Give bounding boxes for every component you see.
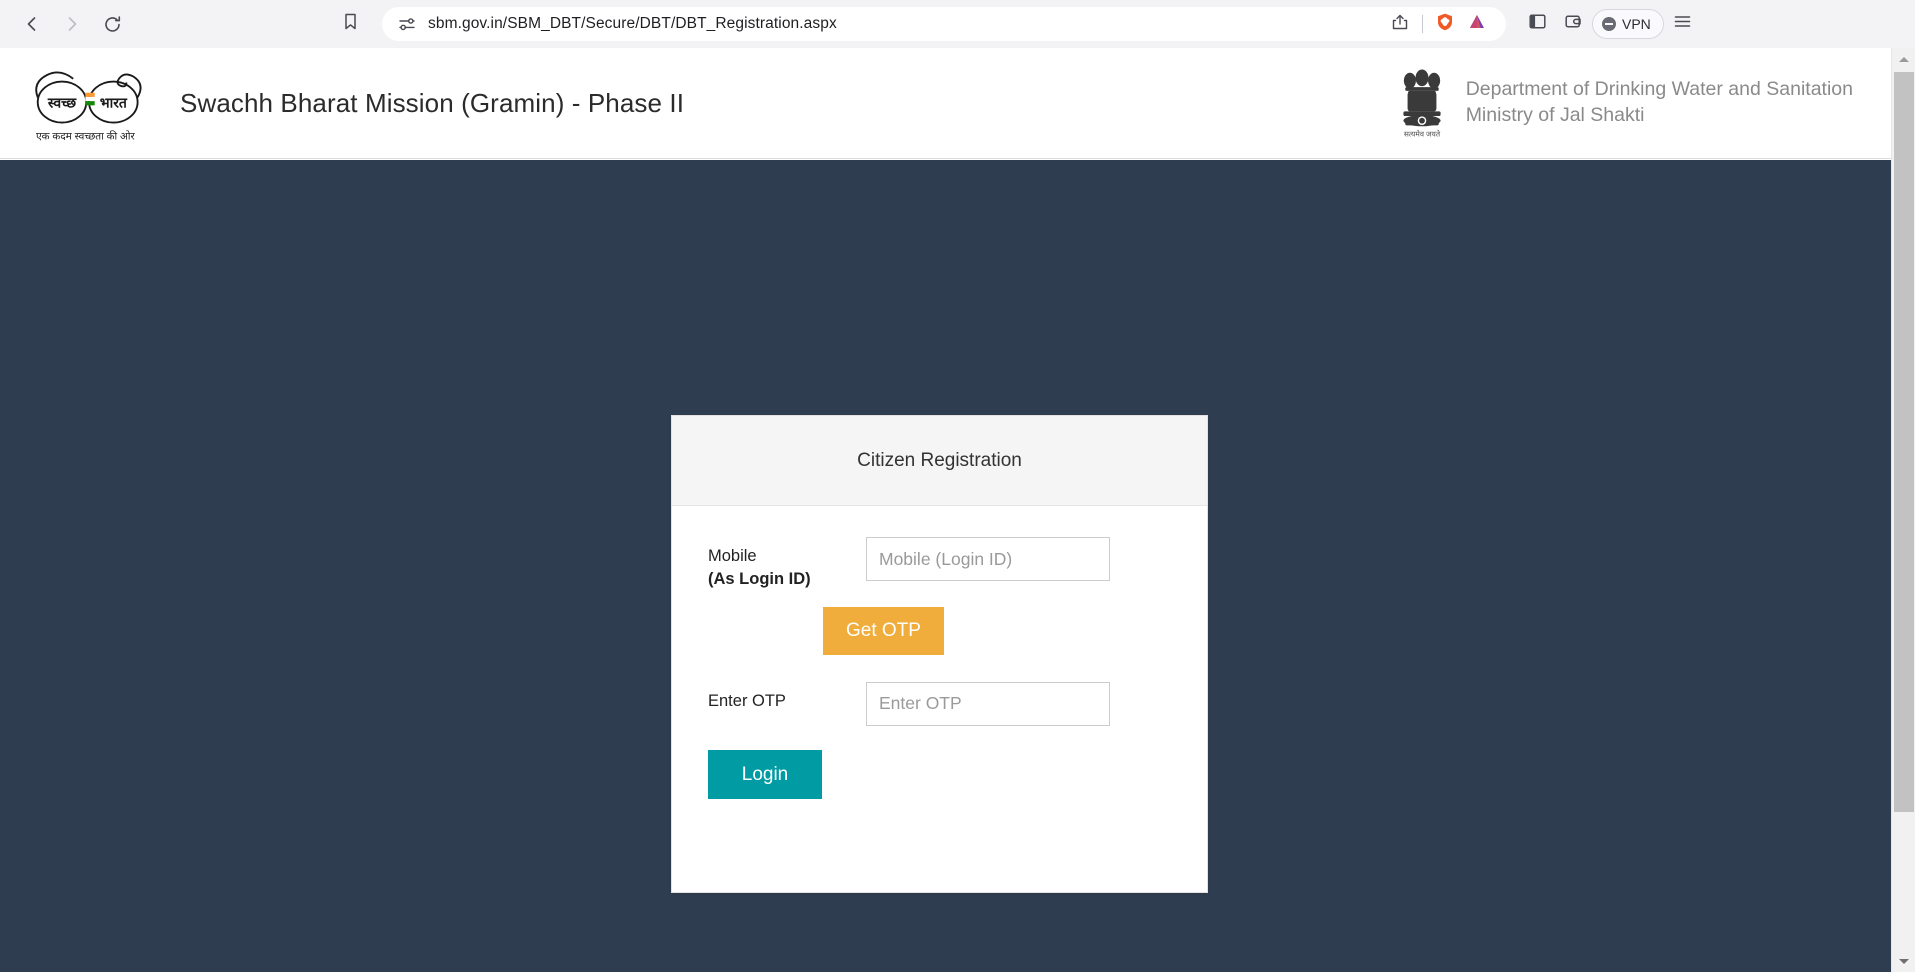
- page-content-area: Citizen Registration Mobile (As Login ID…: [0, 160, 1891, 972]
- otp-input[interactable]: [866, 681, 1110, 726]
- svg-text:एक कदम स्वच्छता की ओर: एक कदम स्वच्छता की ओर: [36, 129, 136, 142]
- login-row: Login: [700, 726, 1179, 799]
- brave-shields-lion-icon: [1435, 12, 1455, 37]
- card-body: Mobile (As Login ID) Get OTP Enter OTP: [672, 506, 1207, 799]
- otp-label-text: Enter OTP: [708, 691, 786, 710]
- brave-rewards-triangle-icon: [1467, 12, 1487, 37]
- scroll-up-arrow-icon: [1899, 56, 1909, 62]
- ministry-name: Ministry of Jal Shakti: [1465, 104, 1645, 126]
- page-viewport: स्वच्छ भारत एक कदम स्वच्छता की ओर Swachh…: [0, 48, 1891, 972]
- vpn-label: VPN: [1622, 16, 1651, 32]
- brave-rewards-button[interactable]: [1462, 9, 1492, 39]
- otp-label: Enter OTP: [700, 682, 866, 713]
- url-text: sbm.gov.in/SBM_DBT/Secure/DBT/DBT_Regist…: [428, 15, 837, 32]
- sidebar-toggle-icon: [1528, 12, 1547, 36]
- department-name: Department of Drinking Water and Sanitat…: [1465, 78, 1853, 101]
- svg-text:भारत: भारत: [100, 95, 128, 111]
- department-text: Department of Drinking Water and Sanitat…: [1466, 77, 1853, 129]
- mobile-label: Mobile (As Login ID): [700, 537, 866, 591]
- page-scrollbar[interactable]: [1891, 48, 1915, 972]
- share-button[interactable]: [1385, 9, 1415, 39]
- hamburger-menu-icon: [1673, 12, 1692, 36]
- otp-field-row: Enter OTP: [700, 681, 1179, 726]
- browser-menu-button[interactable]: [1666, 7, 1700, 41]
- mobile-label-main: Mobile: [708, 547, 757, 565]
- forward-button[interactable]: [52, 4, 92, 44]
- browser-right-controls: VPN: [1520, 7, 1710, 41]
- card-header: Citizen Registration: [672, 416, 1207, 506]
- vpn-button[interactable]: VPN: [1592, 9, 1664, 39]
- get-otp-row: Get OTP: [700, 591, 1179, 655]
- site-header: स्वच्छ भारत एक कदम स्वच्छता की ओर Swachh…: [0, 48, 1891, 159]
- wallet-button[interactable]: [1556, 7, 1590, 41]
- otp-field-col: [866, 681, 1179, 726]
- back-arrow-icon: [22, 14, 42, 34]
- bookmark-button[interactable]: [332, 6, 368, 42]
- mobile-input[interactable]: [866, 537, 1110, 581]
- india-national-emblem-ashoka-lion-capital: सत्यमेव जयते: [1394, 63, 1450, 143]
- share-icon: [1391, 13, 1409, 36]
- vpn-status-icon: [1602, 17, 1616, 31]
- page-title: Swachh Bharat Mission (Gramin) - Phase I…: [180, 87, 685, 118]
- mobile-field-row: Mobile (As Login ID): [700, 537, 1179, 591]
- svg-text:सत्यमेव जयते: सत्यमेव जयते: [1404, 129, 1441, 138]
- browser-toolbar: sbm.gov.in/SBM_DBT/Secure/DBT/DBT_Regist…: [0, 0, 1915, 48]
- wallet-icon: [1564, 12, 1583, 36]
- site-branding: स्वच्छ भारत एक कदम स्वच्छता की ओर Swachh…: [0, 60, 684, 146]
- back-button[interactable]: [12, 4, 52, 44]
- forward-arrow-icon: [62, 14, 82, 34]
- scroll-down-arrow-icon: [1899, 958, 1909, 964]
- login-button[interactable]: Login: [708, 749, 822, 799]
- address-bar[interactable]: sbm.gov.in/SBM_DBT/Secure/DBT/DBT_Regist…: [382, 7, 1506, 41]
- mobile-label-sub: (As Login ID): [708, 569, 811, 588]
- department-branding: सत्यमेव जयते Department of Drinking Wate…: [1394, 63, 1853, 143]
- omnibox-actions: [1385, 9, 1492, 39]
- brave-shields-button[interactable]: [1430, 9, 1460, 39]
- citizen-registration-card: Citizen Registration Mobile (As Login ID…: [671, 415, 1208, 893]
- svg-text:स्वच्छ: स्वच्छ: [47, 95, 77, 111]
- get-otp-button[interactable]: Get OTP: [823, 606, 944, 655]
- toolbar-divider: [1422, 15, 1423, 33]
- navigation-buttons: [0, 4, 132, 44]
- sidebar-toggle-button[interactable]: [1520, 7, 1554, 41]
- reload-icon: [102, 14, 123, 35]
- scrollbar-thumb[interactable]: [1894, 72, 1914, 812]
- swachh-bharat-glasses-logo: स्वच्छ भारत एक कदम स्वच्छता की ओर: [20, 60, 160, 146]
- card-title: Citizen Registration: [857, 449, 1022, 471]
- bookmark-icon: [341, 12, 360, 36]
- site-settings-sliders-icon[interactable]: [396, 13, 418, 35]
- reload-button[interactable]: [92, 4, 132, 44]
- scroll-down-button[interactable]: [1892, 950, 1915, 972]
- scroll-up-button[interactable]: [1892, 48, 1915, 70]
- mobile-field-col: [866, 537, 1179, 581]
